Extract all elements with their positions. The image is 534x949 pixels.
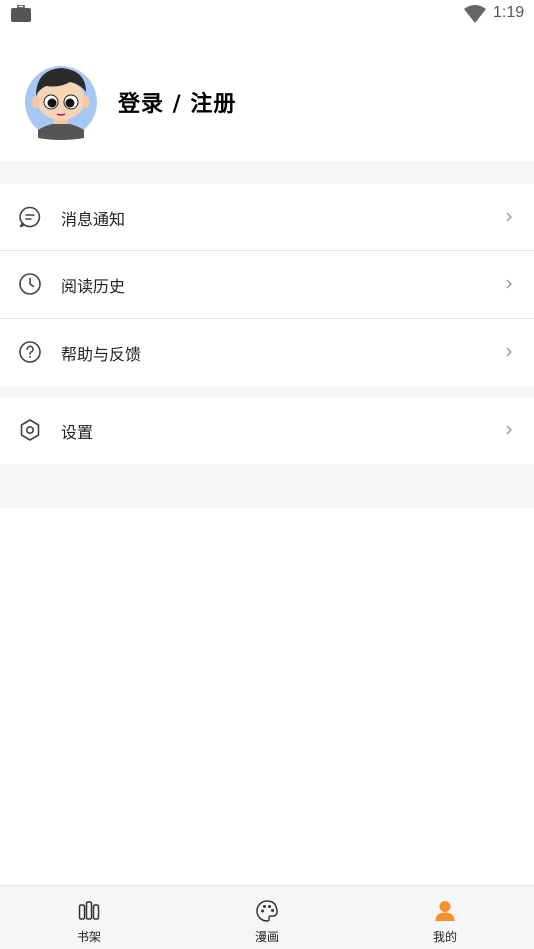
menu-item-label: 消息通知	[61, 210, 126, 229]
message-icon	[19, 206, 41, 228]
status-time: 1:19	[493, 4, 525, 21]
tab-label: 书架	[76, 930, 101, 944]
menu-item-label: 阅读历史	[61, 277, 126, 296]
status-bar: 1:19	[0, 0, 534, 30]
section-gap	[0, 161, 534, 184]
menu-item-label: 帮助与反馈	[61, 345, 142, 364]
chevron-right-icon	[506, 425, 512, 435]
menu-item-notifications[interactable]: 消息通知	[0, 184, 534, 251]
briefcase-icon	[11, 5, 31, 22]
wifi-icon	[464, 5, 486, 23]
tab-comics[interactable]: 漫画	[178, 886, 356, 949]
clock-icon	[19, 273, 41, 295]
palette-icon	[256, 900, 278, 922]
login-register-link[interactable]: 登录 / 注册	[118, 86, 236, 118]
tab-bookshelf[interactable]: 书架	[0, 886, 178, 949]
section-gap	[0, 464, 534, 508]
tab-label: 我的	[432, 930, 457, 944]
help-icon	[19, 341, 41, 363]
avatar[interactable]	[24, 62, 98, 140]
tab-mine[interactable]: 我的	[356, 886, 534, 949]
menu-item-label: 设置	[61, 423, 94, 442]
menu-item-settings[interactable]: 设置	[0, 397, 534, 464]
menu-item-reading-history[interactable]: 阅读历史	[0, 251, 534, 318]
settings-icon	[20, 419, 40, 441]
chevron-right-icon	[506, 347, 512, 357]
person-icon	[435, 901, 455, 921]
bookshelf-icon	[78, 901, 100, 920]
section-gap	[0, 386, 534, 397]
tab-label: 漫画	[254, 930, 279, 944]
menu-item-help-feedback[interactable]: 帮助与反馈	[0, 319, 534, 386]
profile-header[interactable]: 登录 / 注册	[0, 48, 534, 161]
bottom-tab-bar: 书架 漫画 我的	[0, 885, 534, 949]
chevron-right-icon	[506, 279, 512, 289]
chevron-right-icon	[506, 212, 512, 222]
